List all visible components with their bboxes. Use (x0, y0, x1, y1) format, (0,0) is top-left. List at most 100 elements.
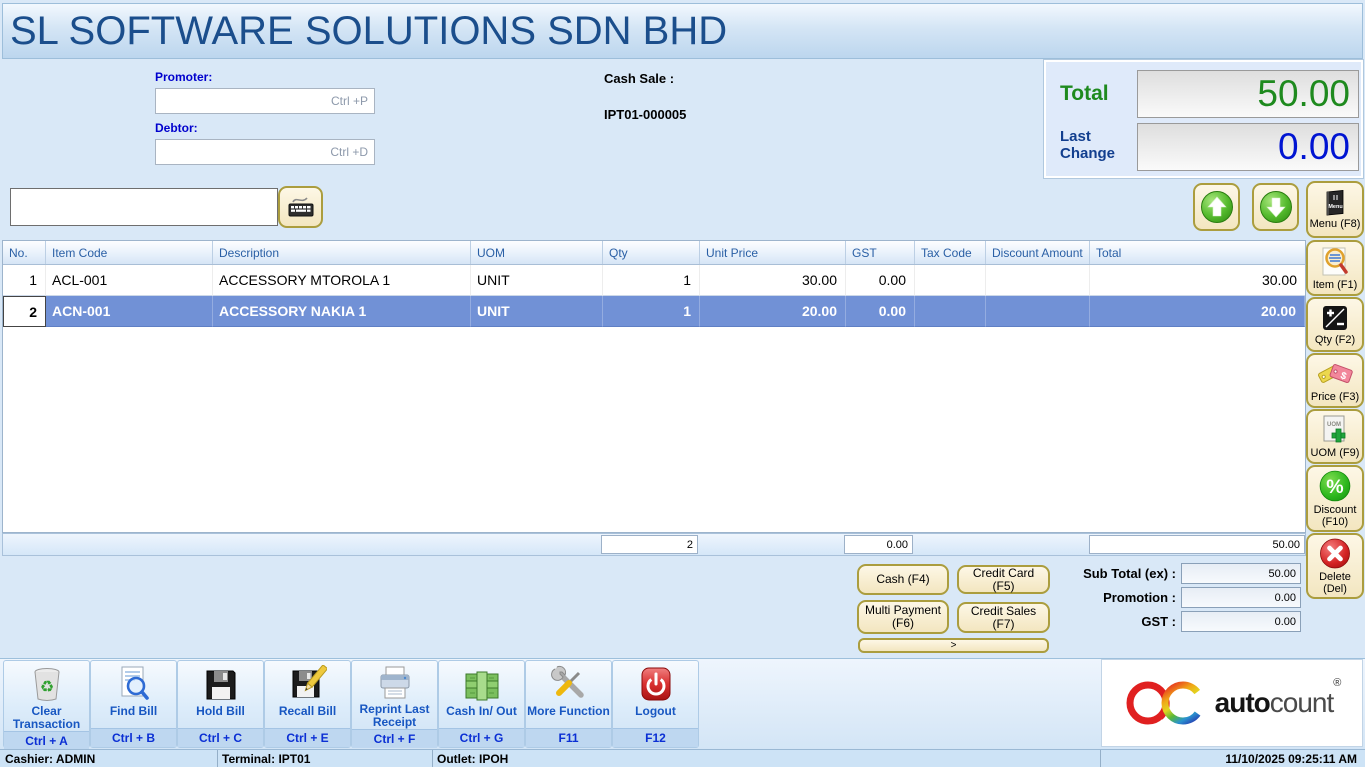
logout-icon (638, 665, 674, 703)
promoter-input[interactable] (155, 88, 375, 114)
cash-in-out-icon (462, 669, 502, 703)
find-bill-button[interactable]: Find Bill Ctrl + B (90, 660, 177, 748)
subtotal-label: Sub Total (ex) : (1000, 566, 1176, 581)
delete-button-label: Delete (Del) (1308, 571, 1362, 595)
cash-button[interactable]: Cash (F4) (857, 564, 949, 595)
svg-text:♻: ♻ (39, 679, 53, 696)
last-change-value: 0.00 (1278, 126, 1350, 168)
svg-text:Menu: Menu (1328, 204, 1342, 210)
item-search-button[interactable]: Item (F1) (1306, 240, 1364, 296)
shortcut-badge: Ctrl + F (352, 729, 437, 748)
gst-value: 0.00 (1181, 611, 1301, 632)
expand-payment-button[interactable]: > (858, 638, 1049, 653)
qty-button-label: Qty (F2) (1315, 334, 1355, 346)
menu-button[interactable]: Menu Menu (F8) (1306, 181, 1364, 238)
shortcut-badge: F12 (613, 728, 698, 747)
hold-bill-icon (203, 667, 239, 703)
col-total[interactable]: Total (1090, 241, 1305, 264)
shortcut-badge: Ctrl + G (439, 728, 524, 747)
pos-window: SL SOFTWARE SOLUTIONS SDN BHD Promoter: … (0, 0, 1365, 767)
price-button[interactable]: $ Price (F3) (1306, 353, 1364, 408)
autocount-logo-icon (1123, 674, 1211, 732)
item-button-label: Item (F1) (1313, 279, 1358, 291)
col-gst[interactable]: GST (846, 241, 915, 264)
scroll-up-button[interactable] (1193, 183, 1240, 231)
promotion-value: 0.00 (1181, 587, 1301, 608)
col-description[interactable]: Description (213, 241, 471, 264)
clear-transaction-button[interactable]: ♻ Clear Transaction Ctrl + A (3, 660, 90, 748)
brand-wordmark: autocount® (1215, 687, 1342, 719)
logout-button[interactable]: Logout F12 (612, 660, 699, 748)
qty-button[interactable]: Qty (F2) (1306, 297, 1364, 352)
col-discount-amount[interactable]: Discount Amount (986, 241, 1090, 264)
delete-icon (1314, 537, 1356, 570)
shortcut-badge: Ctrl + B (91, 728, 176, 747)
svg-text:UOM: UOM (1327, 422, 1341, 428)
item-scan-input[interactable] (10, 188, 278, 226)
menu-button-label: Menu (F8) (1310, 218, 1361, 230)
subtotal-value: 50.00 (1181, 563, 1301, 584)
total-display: 50.00 (1137, 70, 1359, 118)
last-change-label: Last Change (1060, 128, 1130, 162)
company-title: SL SOFTWARE SOLUTIONS SDN BHD (3, 9, 727, 54)
col-uom[interactable]: UOM (471, 241, 603, 264)
col-qty[interactable]: Qty (603, 241, 700, 264)
uom-button[interactable]: UOM UOM (F9) (1306, 409, 1364, 464)
uom-icon: UOM (1320, 414, 1350, 446)
status-separator (217, 750, 218, 767)
virtual-keyboard-button[interactable] (278, 186, 323, 228)
col-unit-price[interactable]: Unit Price (700, 241, 846, 264)
price-tags-icon: $ (1317, 358, 1353, 390)
status-separator (432, 750, 433, 767)
promotion-label: Promotion : (1000, 590, 1176, 605)
hold-bill-button[interactable]: Hold Bill Ctrl + C (177, 660, 264, 748)
debtor-input[interactable] (155, 139, 375, 165)
reprint-receipt-icon (376, 665, 414, 701)
total-panel: Total 50.00 Last Change 0.00 (1044, 60, 1363, 178)
status-separator (1100, 750, 1101, 767)
arrow-up-icon (1199, 189, 1235, 225)
table-row[interactable]: 1 ACL-001 ACCESSORY MTOROLA 1 UNIT 1 30.… (3, 265, 1305, 296)
qty-total-box: 2 (601, 535, 698, 554)
debtor-label: Debtor: (155, 121, 198, 135)
cashier-status: Cashier: ADMIN (5, 752, 95, 766)
recall-bill-icon (289, 665, 327, 703)
brand-panel: autocount® (1101, 659, 1363, 747)
table-row-selected[interactable]: 2 ACN-001 ACCESSORY NAKIA 1 UNIT 1 20.00… (3, 296, 1305, 327)
col-no[interactable]: No. (3, 241, 46, 264)
find-bill-icon (115, 665, 153, 703)
table-footer: 2 0.00 50.00 (2, 533, 1306, 556)
clear-transaction-icon: ♻ (28, 665, 66, 703)
doc-number: IPT01-000005 (604, 107, 686, 122)
svg-text:%: % (1326, 476, 1343, 498)
shortcut-badge: Ctrl + A (4, 731, 89, 750)
outlet-status: Outlet: IPOH (437, 752, 508, 766)
arrow-down-icon (1258, 189, 1294, 225)
col-item-code[interactable]: Item Code (46, 241, 213, 264)
gst-label: GST : (1000, 614, 1176, 629)
status-bar: Cashier: ADMIN Terminal: IPT01 Outlet: I… (0, 749, 1365, 767)
doc-type-label: Cash Sale : (604, 71, 674, 86)
more-function-button[interactable]: More Function F11 (525, 660, 612, 748)
delete-button[interactable]: Delete (Del) (1306, 533, 1364, 599)
menu-book-icon: Menu (1322, 189, 1348, 217)
keyboard-icon (286, 194, 316, 220)
col-tax-code[interactable]: Tax Code (915, 241, 986, 264)
scroll-down-button[interactable] (1252, 183, 1299, 231)
shortcut-badge: Ctrl + C (178, 728, 263, 747)
terminal-status: Terminal: IPT01 (222, 752, 310, 766)
discount-button[interactable]: % Discount (F10) (1306, 465, 1364, 532)
promoter-label: Promoter: (155, 70, 212, 84)
items-table: No. Item Code Description UOM Qty Unit P… (2, 240, 1306, 533)
recall-bill-button[interactable]: Recall Bill Ctrl + E (264, 660, 351, 748)
discount-icon: % (1315, 469, 1355, 503)
reprint-last-receipt-button[interactable]: Reprint Last Receipt Ctrl + F (351, 660, 438, 748)
item-search-icon (1319, 246, 1351, 278)
total-label: Total (1060, 82, 1109, 106)
gst-total-box: 0.00 (844, 535, 913, 554)
grand-total-box: 50.00 (1089, 535, 1305, 554)
uom-button-label: UOM (F9) (1311, 447, 1360, 459)
cash-in-out-button[interactable]: Cash In/ Out Ctrl + G (438, 660, 525, 748)
more-function-icon (549, 663, 589, 703)
multi-payment-button[interactable]: Multi Payment (F6) (857, 600, 949, 634)
